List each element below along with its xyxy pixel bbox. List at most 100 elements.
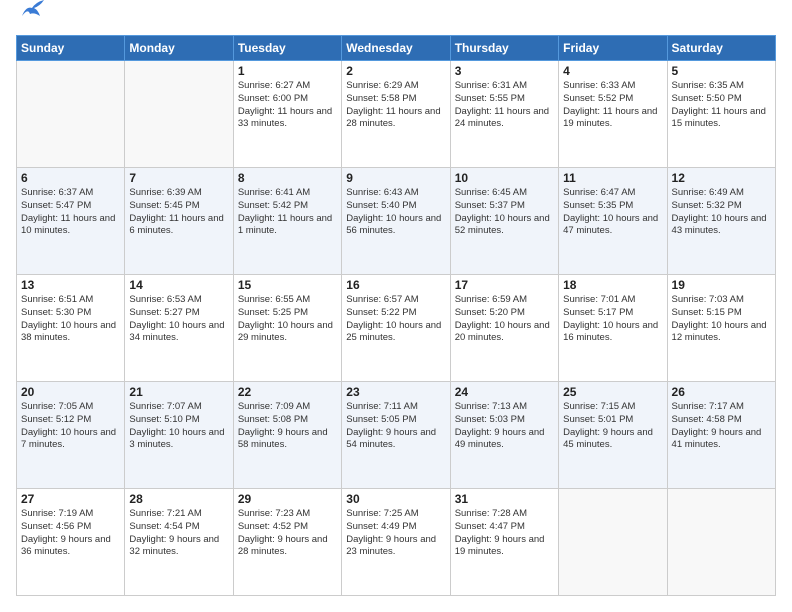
- day-number: 24: [455, 385, 554, 399]
- calendar-cell: [17, 61, 125, 168]
- calendar-cell: 24 Sunrise: 7:13 AM Sunset: 5:03 PM Dayli…: [450, 382, 558, 489]
- day-number: 18: [563, 278, 662, 292]
- calendar-week-5: 27 Sunrise: 7:19 AM Sunset: 4:56 PM Dayli…: [17, 489, 776, 596]
- calendar-cell: 13 Sunrise: 6:51 AM Sunset: 5:30 PM Dayli…: [17, 275, 125, 382]
- calendar-table: SundayMondayTuesdayWednesdayThursdayFrid…: [16, 35, 776, 596]
- calendar-week-1: 1 Sunrise: 6:27 AM Sunset: 6:00 PM Daylig…: [17, 61, 776, 168]
- day-info: Sunrise: 6:35 AM Sunset: 5:50 PM Dayligh…: [672, 80, 771, 131]
- calendar-cell: 4 Sunrise: 6:33 AM Sunset: 5:52 PM Daylig…: [559, 61, 667, 168]
- calendar-cell: 5 Sunrise: 6:35 AM Sunset: 5:50 PM Daylig…: [667, 61, 775, 168]
- day-number: 20: [21, 385, 120, 399]
- day-number: 19: [672, 278, 771, 292]
- day-number: 23: [346, 385, 445, 399]
- calendar-cell: 3 Sunrise: 6:31 AM Sunset: 5:55 PM Daylig…: [450, 61, 558, 168]
- calendar-cell: 25 Sunrise: 7:15 AM Sunset: 5:01 PM Dayli…: [559, 382, 667, 489]
- day-number: 7: [129, 171, 228, 185]
- day-number: 6: [21, 171, 120, 185]
- calendar-cell: 14Sunrise: 6:53 AM Sunset: 5:27 PM Dayli…: [125, 275, 233, 382]
- weekday-header-friday: Friday: [559, 36, 667, 61]
- day-info: Sunrise: 6:41 AM Sunset: 5:42 PM Dayligh…: [238, 187, 337, 238]
- header: [16, 16, 776, 25]
- weekday-header-monday: Monday: [125, 36, 233, 61]
- day-number: 1: [238, 64, 337, 78]
- day-number: 13: [21, 278, 120, 292]
- logo-text-block: [16, 16, 46, 25]
- logo: [16, 16, 46, 25]
- calendar-cell: [667, 489, 775, 596]
- day-number: 17: [455, 278, 554, 292]
- day-number: 29: [238, 492, 337, 506]
- day-info: Sunrise: 7:19 AM Sunset: 4:56 PM Dayligh…: [21, 508, 120, 559]
- day-info: Sunrise: 6:45 AM Sunset: 5:37 PM Dayligh…: [455, 187, 554, 238]
- calendar-cell: 29 Sunrise: 7:23 AM Sunset: 4:52 PM Dayli…: [233, 489, 341, 596]
- day-info: Sunrise: 7:07 AM Sunset: 5:10 PM Dayligh…: [129, 401, 228, 452]
- calendar-cell: 8 Sunrise: 6:41 AM Sunset: 5:42 PM Daylig…: [233, 168, 341, 275]
- day-info: Sunrise: 7:09 AM Sunset: 5:08 PM Dayligh…: [238, 401, 337, 452]
- calendar-cell: 22Sunrise: 7:09 AM Sunset: 5:08 PM Dayli…: [233, 382, 341, 489]
- day-number: 26: [672, 385, 771, 399]
- weekday-header-sunday: Sunday: [17, 36, 125, 61]
- calendar-cell: 17 Sunrise: 6:59 AM Sunset: 5:20 PM Dayli…: [450, 275, 558, 382]
- calendar-cell: 30 Sunrise: 7:25 AM Sunset: 4:49 PM Dayli…: [342, 489, 450, 596]
- weekday-header-row: SundayMondayTuesdayWednesdayThursdayFrid…: [17, 36, 776, 61]
- weekday-header-thursday: Thursday: [450, 36, 558, 61]
- day-number: 2: [346, 64, 445, 78]
- day-info: Sunrise: 6:31 AM Sunset: 5:55 PM Dayligh…: [455, 80, 554, 131]
- day-info: Sunrise: 7:15 AM Sunset: 5:01 PM Dayligh…: [563, 401, 662, 452]
- day-number: 10: [455, 171, 554, 185]
- calendar-cell: 9 Sunrise: 6:43 AM Sunset: 5:40 PM Daylig…: [342, 168, 450, 275]
- calendar-cell: 20 Sunrise: 7:05 AM Sunset: 5:12 PM Dayli…: [17, 382, 125, 489]
- day-number: 9: [346, 171, 445, 185]
- calendar-cell: 18 Sunrise: 7:01 AM Sunset: 5:17 PM Dayli…: [559, 275, 667, 382]
- calendar-cell: 11Sunrise: 6:47 AM Sunset: 5:35 PM Dayli…: [559, 168, 667, 275]
- day-info: Sunrise: 7:25 AM Sunset: 4:49 PM Dayligh…: [346, 508, 445, 559]
- day-info: Sunrise: 6:37 AM Sunset: 5:47 PM Dayligh…: [21, 187, 120, 238]
- day-info: Sunrise: 7:05 AM Sunset: 5:12 PM Dayligh…: [21, 401, 120, 452]
- weekday-header-wednesday: Wednesday: [342, 36, 450, 61]
- day-info: Sunrise: 6:43 AM Sunset: 5:40 PM Dayligh…: [346, 187, 445, 238]
- calendar-cell: 6 Sunrise: 6:37 AM Sunset: 5:47 PM Daylig…: [17, 168, 125, 275]
- day-number: 5: [672, 64, 771, 78]
- calendar-cell: 31 Sunrise: 7:28 AM Sunset: 4:47 PM Dayli…: [450, 489, 558, 596]
- calendar-cell: 7 Sunrise: 6:39 AM Sunset: 5:45 PM Daylig…: [125, 168, 233, 275]
- day-number: 21: [129, 385, 228, 399]
- day-info: Sunrise: 6:39 AM Sunset: 5:45 PM Dayligh…: [129, 187, 228, 238]
- day-number: 15: [238, 278, 337, 292]
- page: SundayMondayTuesdayWednesdayThursdayFrid…: [0, 0, 792, 612]
- calendar-week-4: 20 Sunrise: 7:05 AM Sunset: 5:12 PM Dayli…: [17, 382, 776, 489]
- day-number: 31: [455, 492, 554, 506]
- calendar-week-2: 6 Sunrise: 6:37 AM Sunset: 5:47 PM Daylig…: [17, 168, 776, 275]
- day-info: Sunrise: 7:13 AM Sunset: 5:03 PM Dayligh…: [455, 401, 554, 452]
- day-number: 8: [238, 171, 337, 185]
- day-info: Sunrise: 6:57 AM Sunset: 5:22 PM Dayligh…: [346, 294, 445, 345]
- calendar-cell: 19 Sunrise: 7:03 AM Sunset: 5:15 PM Dayli…: [667, 275, 775, 382]
- day-info: Sunrise: 6:27 AM Sunset: 6:00 PM Dayligh…: [238, 80, 337, 131]
- day-number: 27: [21, 492, 120, 506]
- day-info: Sunrise: 6:29 AM Sunset: 5:58 PM Dayligh…: [346, 80, 445, 131]
- day-number: 28: [129, 492, 228, 506]
- calendar-cell: 28 Sunrise: 7:21 AM Sunset: 4:54 PM Dayli…: [125, 489, 233, 596]
- day-number: 11: [563, 171, 662, 185]
- day-info: Sunrise: 6:33 AM Sunset: 5:52 PM Dayligh…: [563, 80, 662, 131]
- calendar-cell: 15Sunrise: 6:55 AM Sunset: 5:25 PM Dayli…: [233, 275, 341, 382]
- weekday-header-tuesday: Tuesday: [233, 36, 341, 61]
- day-number: 30: [346, 492, 445, 506]
- day-info: Sunrise: 7:01 AM Sunset: 5:17 PM Dayligh…: [563, 294, 662, 345]
- day-info: Sunrise: 7:03 AM Sunset: 5:15 PM Dayligh…: [672, 294, 771, 345]
- calendar-cell: 21 Sunrise: 7:07 AM Sunset: 5:10 PM Dayli…: [125, 382, 233, 489]
- day-info: Sunrise: 6:51 AM Sunset: 5:30 PM Dayligh…: [21, 294, 120, 345]
- logo-bird-icon: [18, 0, 46, 25]
- day-info: Sunrise: 7:11 AM Sunset: 5:05 PM Dayligh…: [346, 401, 445, 452]
- day-info: Sunrise: 6:59 AM Sunset: 5:20 PM Dayligh…: [455, 294, 554, 345]
- day-number: 4: [563, 64, 662, 78]
- day-info: Sunrise: 7:28 AM Sunset: 4:47 PM Dayligh…: [455, 508, 554, 559]
- calendar-cell: 23 Sunrise: 7:11 AM Sunset: 5:05 PM Dayli…: [342, 382, 450, 489]
- day-number: 25: [563, 385, 662, 399]
- calendar-cell: 12Sunrise: 6:49 AM Sunset: 5:32 PM Dayli…: [667, 168, 775, 275]
- calendar-cell: [559, 489, 667, 596]
- calendar-cell: 26Sunrise: 7:17 AM Sunset: 4:58 PM Dayli…: [667, 382, 775, 489]
- day-info: Sunrise: 7:23 AM Sunset: 4:52 PM Dayligh…: [238, 508, 337, 559]
- calendar-cell: 2 Sunrise: 6:29 AM Sunset: 5:58 PM Daylig…: [342, 61, 450, 168]
- day-info: Sunrise: 7:21 AM Sunset: 4:54 PM Dayligh…: [129, 508, 228, 559]
- day-number: 3: [455, 64, 554, 78]
